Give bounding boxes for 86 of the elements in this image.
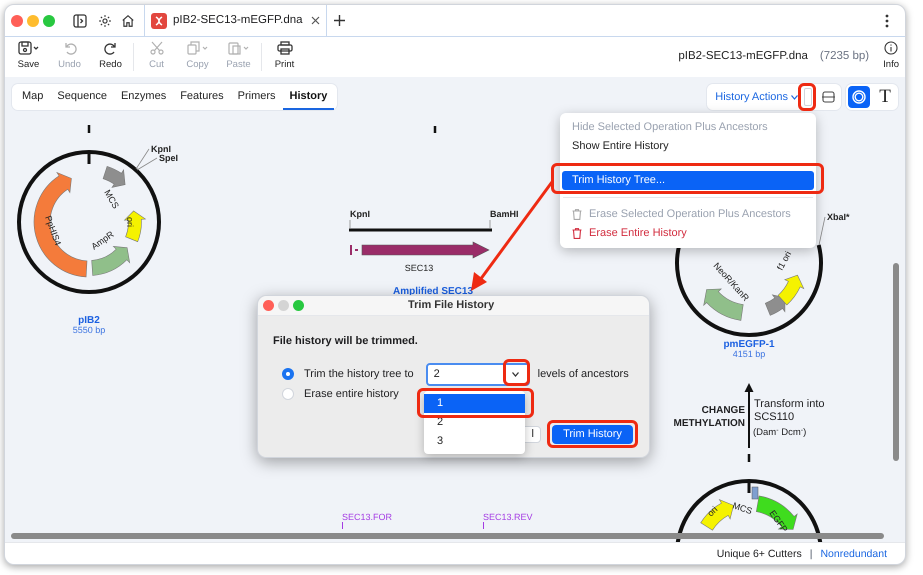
sidebar-icon[interactable]	[73, 14, 87, 28]
save-icon	[18, 41, 40, 56]
view-tab[interactable]: Features	[173, 84, 231, 110]
site-label: KpnI	[350, 209, 370, 219]
paste-icon	[228, 41, 250, 56]
panel-icon[interactable]	[822, 91, 835, 103]
info-button[interactable]: Info	[883, 41, 899, 73]
printer-icon	[276, 41, 292, 56]
cutter-filter: Unique 6+ Cutters	[716, 546, 802, 562]
select-value: 2	[434, 366, 440, 382]
feature-label: SEC13	[404, 263, 434, 273]
dialog-message: File history will be trimmed.	[273, 334, 419, 349]
menu-toggle-button[interactable]	[804, 88, 812, 106]
chevron-down-icon	[791, 94, 798, 100]
view-tab[interactable]: Sequence	[50, 84, 114, 110]
document-name: pIB2-SEC13-mEGFP.dna	[678, 49, 808, 64]
separator-text: |	[810, 546, 812, 562]
plasmid-name: pIB2	[78, 315, 100, 326]
info-icon	[884, 41, 898, 56]
genotype-note: (Dam$^{-}$ Dcm$^{-}$)	[753, 426, 806, 440]
map-view-button[interactable]	[848, 86, 870, 108]
highlight-outline	[798, 83, 816, 111]
primer-label: SEC13.REV	[483, 512, 533, 522]
primer-tick	[483, 522, 484, 530]
dropdown-option[interactable]: 1	[424, 394, 525, 413]
menu-item[interactable]: Trim History Tree...	[562, 171, 814, 190]
more-icon[interactable]	[885, 14, 889, 28]
close-button[interactable]	[11, 14, 23, 26]
primer-tick	[342, 522, 343, 530]
highlight-outline	[503, 359, 530, 386]
site-label: KpnI	[151, 144, 171, 154]
document-tab[interactable]: pIB2-SEC13-mEGFP.dna	[144, 5, 327, 36]
settings-icon[interactable]	[98, 14, 112, 28]
view-tab[interactable]: History	[282, 84, 334, 110]
menu-item[interactable]: Erase Entire History	[562, 224, 814, 243]
option-label: Trim the history tree to	[304, 366, 414, 382]
tab-title: pIB2-SEC13-mEGFP.dna	[173, 12, 303, 28]
feature-label: ori	[125, 217, 135, 228]
step-title: CHANGE METHYLATION	[672, 404, 745, 430]
close-icon[interactable]	[311, 16, 320, 25]
leader-line	[818, 216, 826, 246]
trash-icon	[572, 209, 582, 220]
toolbar-button[interactable]: Redo	[90, 41, 131, 73]
site-label: BamHI	[490, 209, 519, 219]
fragment-name: Amplified SEC13	[392, 286, 474, 297]
position-tick	[748, 454, 750, 462]
dialog-title: Trim File History	[408, 298, 494, 314]
plasmid-length: 5550 bp	[72, 325, 106, 335]
undo-icon	[62, 41, 76, 56]
redo-icon	[104, 41, 118, 56]
dropdown-option[interactable]: 3	[424, 432, 525, 451]
radio-button[interactable]	[282, 388, 294, 400]
feature-label: MCS	[731, 500, 754, 516]
step-note: Transform into SCS110	[754, 398, 826, 424]
levels-suffix: levels of ancestors	[538, 366, 629, 382]
radio-button[interactable]	[282, 368, 294, 380]
view-tab[interactable]: Primers	[230, 84, 283, 110]
file-icon	[151, 12, 167, 28]
levels-select[interactable]: 2	[426, 362, 530, 386]
chevron-down-icon	[512, 372, 520, 376]
history-actions-button[interactable]: History Actions	[715, 88, 798, 106]
site-label: XbaI*	[827, 212, 850, 222]
trash-icon	[572, 228, 582, 239]
document-length: (7235 bp)	[820, 49, 870, 64]
copy-icon	[186, 41, 208, 56]
menu-item[interactable]: Show Entire History	[562, 137, 814, 156]
scissors-icon	[150, 41, 164, 56]
plasmid-name: pmEGFP-1	[723, 339, 775, 350]
transform-arrow	[744, 383, 754, 448]
primer-label: SEC13.FOR	[342, 512, 392, 522]
trim-history-button[interactable]: Trim History	[552, 425, 633, 444]
toolbar-button[interactable]: Print	[264, 41, 305, 73]
view-tab[interactable]: Map	[15, 84, 50, 110]
plasmid-length: 4151 bp	[732, 349, 766, 359]
feature-label: ori	[705, 504, 720, 518]
site-label: SpeI	[159, 153, 178, 163]
position-tick	[88, 125, 90, 133]
feature-label: f1 ori	[774, 250, 794, 272]
close-button[interactable]	[263, 300, 274, 311]
toolbar-button[interactable]: Save	[8, 41, 49, 73]
home-icon[interactable]	[121, 14, 135, 28]
option-label: Erase entire history	[304, 386, 399, 402]
position-tick	[434, 126, 436, 133]
view-tab[interactable]: Enzymes	[114, 84, 174, 110]
add-tab-icon[interactable]	[334, 15, 345, 26]
nonredundant-link[interactable]: Nonredundant	[820, 546, 887, 562]
